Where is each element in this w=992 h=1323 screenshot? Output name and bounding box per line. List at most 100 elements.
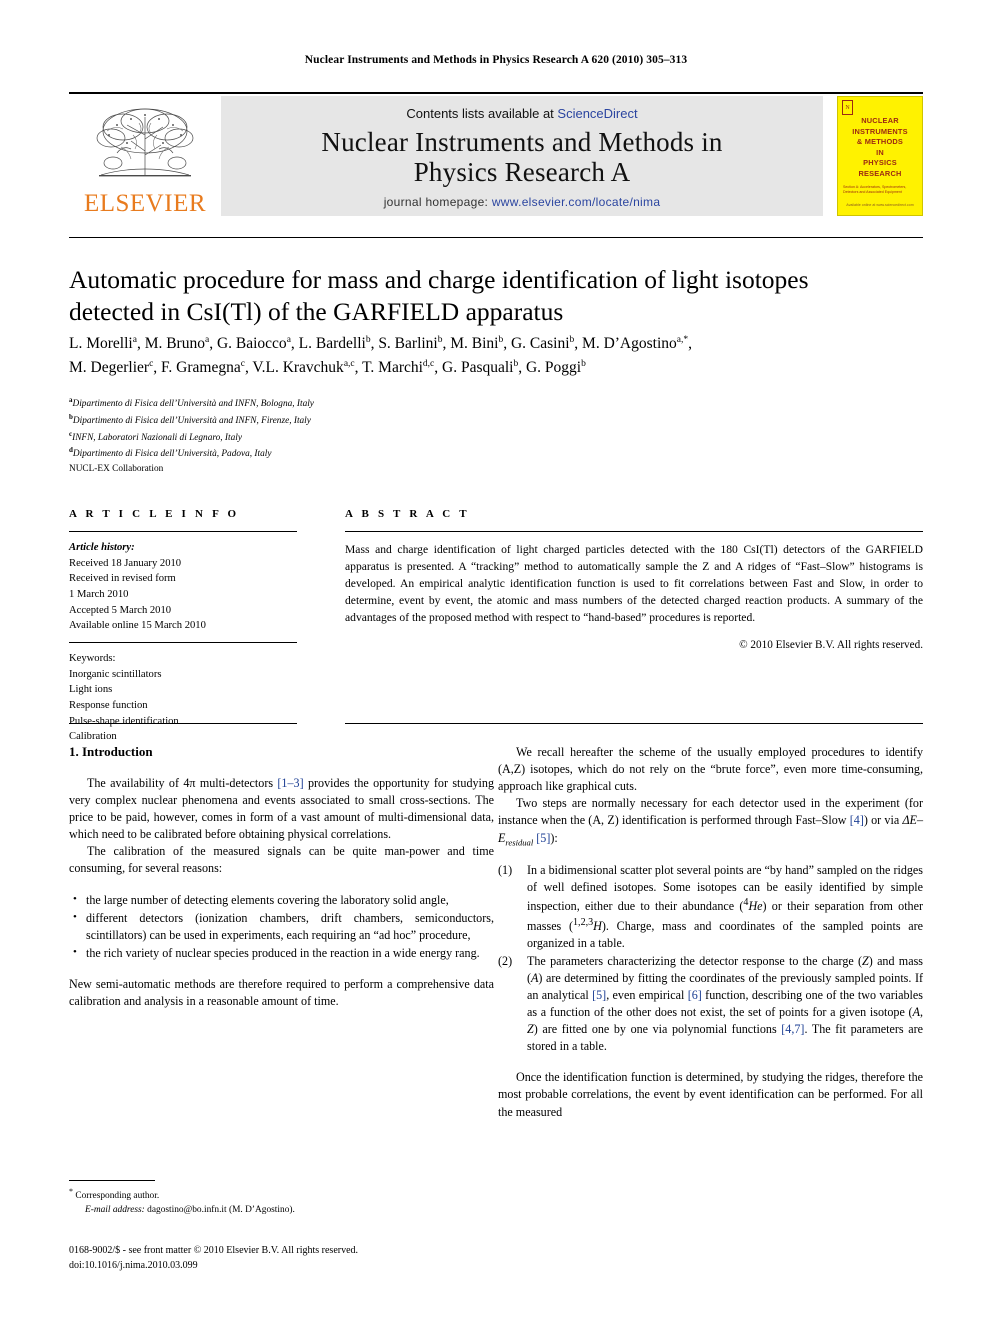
contents-line: Contents lists available at ScienceDirec… <box>221 106 823 121</box>
citation-ref[interactable]: [4,7] <box>781 1022 804 1036</box>
affiliation-text: Dipartimento di Fisica dell’Università a… <box>72 415 311 426</box>
list-item: the large number of detecting elements c… <box>73 892 494 909</box>
masthead-bottom-rule <box>69 237 923 238</box>
history-item: Received 18 January 2010 <box>69 557 182 569</box>
citation-ref[interactable]: [1–3] <box>277 776 303 790</box>
keyword-item: Response function <box>69 700 148 712</box>
history-item: Available online 15 March 2010 <box>69 620 206 632</box>
corresponding-author-note: * Corresponding author. <box>69 1186 494 1203</box>
email-label: E-mail address: <box>85 1205 145 1216</box>
list-item-text: In a bidimensional scatter plot several … <box>527 863 924 950</box>
paragraph: Once the identification function is dete… <box>498 1070 923 1119</box>
citation-ref[interactable]: [5] <box>592 988 606 1002</box>
history-item: Accepted 5 March 2010 <box>69 604 172 616</box>
paper-first-page: Nuclear Instruments and Methods in Physi… <box>0 0 992 1323</box>
running-head: Nuclear Instruments and Methods in Physi… <box>304 54 688 66</box>
abstract-copyright: © 2010 Elsevier B.V. All rights reserved… <box>739 639 923 652</box>
list-item: (1) In a bidimensional scatter plot seve… <box>498 862 923 952</box>
article-info-rule <box>69 531 297 532</box>
affiliation-item: aDipartimento di Fisica dell’Università … <box>69 396 314 410</box>
issn-block: 0168-9002/$ - see front matter © 2010 El… <box>69 1243 509 1273</box>
paragraph: New semi-automatic methods are therefore… <box>69 976 494 1009</box>
journal-title-line2: Physics Research A <box>413 157 631 187</box>
journal-homepage-link[interactable]: www.elsevier.com/locate/nima <box>492 195 660 209</box>
asterisk-marker: * <box>69 1187 73 1196</box>
list-item: (2) The parameters characterizing the de… <box>498 953 923 1056</box>
keyword-item: Light ions <box>69 684 113 696</box>
paragraph: The availability of 4π multi-detectors [… <box>69 775 494 843</box>
keywords-label: Keywords: <box>69 653 116 665</box>
sciencedirect-link[interactable]: ScienceDirect <box>557 106 637 121</box>
list-item-number: (2) <box>498 953 513 968</box>
author-line-2: M. Degerlierc, F. Gramegnac, V.L. Kravch… <box>69 358 586 376</box>
cover-footer: Available online at www.sciencedirect.co… <box>846 203 914 207</box>
collaboration-name: NUCL-EX Collaboration <box>69 464 164 475</box>
cover-emblem-icon: N <box>842 100 853 115</box>
masthead-top-rule <box>69 92 923 94</box>
list-item-number: (1) <box>498 863 513 878</box>
keywords-block: Keywords: Inorganic scintillators Light … <box>69 651 297 745</box>
keywords-rule <box>69 642 297 644</box>
article-history: Article history: Received 18 January 201… <box>69 540 297 634</box>
doi-line: doi:10.1016/j.nima.2010.03.099 <box>69 1260 198 1271</box>
list-item-text: The parameters characterizing the detect… <box>527 953 923 1054</box>
article-info-heading: A R T I C L E I N F O <box>69 508 240 520</box>
contents-prefix: Contents lists available at <box>406 105 558 121</box>
info-bottom-rule <box>69 723 297 724</box>
journal-title: Nuclear Instruments and Methods in Physi… <box>221 127 823 187</box>
email-address[interactable]: dagostino@bo.infn.it (M. D’Agostino). <box>147 1205 295 1215</box>
abstract-column: A B S T R A C T Mass and charge identifi… <box>345 508 923 651</box>
journal-cover-thumbnail: N NUCLEAR INSTRUMENTS & METHODS IN PHYSI… <box>837 96 923 216</box>
paragraph: The calibration of the measured signals … <box>69 844 494 876</box>
abstract-bottom-rule <box>345 723 923 724</box>
steps-numbered-list: (1) In a bidimensional scatter plot seve… <box>498 862 923 1055</box>
citation-ref[interactable]: [4] <box>850 813 864 827</box>
affiliation-item: bDipartimento di Fisica dell’Università … <box>69 412 311 426</box>
article-history-label: Article history: <box>69 542 135 553</box>
list-item: the rich variety of nuclear species prod… <box>73 945 494 962</box>
journal-homepage-line: journal homepage: www.elsevier.com/locat… <box>221 195 823 209</box>
keyword-item: Calibration <box>69 731 117 743</box>
issn-line: 0168-9002/$ - see front matter © 2010 El… <box>69 1245 359 1256</box>
affiliation-text: INFN, Laboratori Nazionali di Legnaro, I… <box>72 432 242 443</box>
paragraph: Two steps are normally necessary for eac… <box>498 795 923 848</box>
affiliation-item: cINFN, Laboratori Nazionali di Legnaro, … <box>69 429 242 443</box>
history-item: 1 March 2010 <box>69 589 129 601</box>
paragraph: We recall hereafter the scheme of the us… <box>498 745 923 794</box>
journal-masthead: ELSEVIER Contents lists available at Sci… <box>69 96 923 216</box>
affiliation-list: aDipartimento di Fisica dell’Università … <box>69 395 669 477</box>
email-note: E-mail address: dagostino@bo.infn.it (M.… <box>69 1203 494 1217</box>
paragraph-part: The availability of 4π multi-detectors <box>87 775 278 790</box>
affiliation-text: Dipartimento di Fisica dell’Università, … <box>72 449 272 460</box>
article-info-column: A R T I C L E I N F O Article history: R… <box>69 508 297 745</box>
cover-subtitle: Section A: Accelerators, Spectrometers, … <box>843 185 907 195</box>
elsevier-tree-icon <box>96 108 194 177</box>
journal-title-line1: Nuclear Instruments and Methods in <box>321 126 723 157</box>
keyword-item: Pulse-shape identification <box>69 715 179 727</box>
author-line-1: L. Morellia, M. Brunoa, G. Baioccoa, L. … <box>69 334 692 352</box>
journal-banner: Contents lists available at ScienceDirec… <box>221 96 823 216</box>
keyword-item: Inorganic scintillators <box>69 668 162 680</box>
page-title: Automatic procedure for mass and charge … <box>69 265 809 327</box>
elsevier-logo: ELSEVIER <box>69 96 221 216</box>
section-heading-introduction: 1. Introduction <box>69 744 153 759</box>
homepage-prefix: journal homepage: <box>383 195 492 210</box>
footnote-block: * Corresponding author. E-mail address: … <box>69 1186 494 1217</box>
abstract-text: Mass and charge identification of light … <box>345 543 923 625</box>
body-column-left: 1. Introduction The availability of 4π m… <box>69 744 494 1010</box>
affiliation-text: Dipartimento di Fisica dell’Università a… <box>72 399 314 410</box>
abstract-rule <box>345 531 923 532</box>
list-item: different detectors (ionization chambers… <box>73 910 494 944</box>
citation-ref[interactable]: [6] <box>688 988 702 1002</box>
author-list: L. Morellia, M. Brunoa, G. Baioccoa, L. … <box>69 332 929 379</box>
reasons-bullet-list: the large number of detecting elements c… <box>69 892 494 962</box>
elsevier-wordmark: ELSEVIER <box>83 190 207 217</box>
cover-title: NUCLEAR INSTRUMENTS & METHODS IN PHYSICS… <box>852 116 908 178</box>
history-item: Received in revised form <box>69 573 176 585</box>
citation-ref[interactable]: [5] <box>536 831 550 845</box>
corresponding-author-text: Corresponding author. <box>75 1191 160 1202</box>
abstract-heading: A B S T R A C T <box>345 508 470 520</box>
paragraph-part: ): <box>550 830 558 845</box>
